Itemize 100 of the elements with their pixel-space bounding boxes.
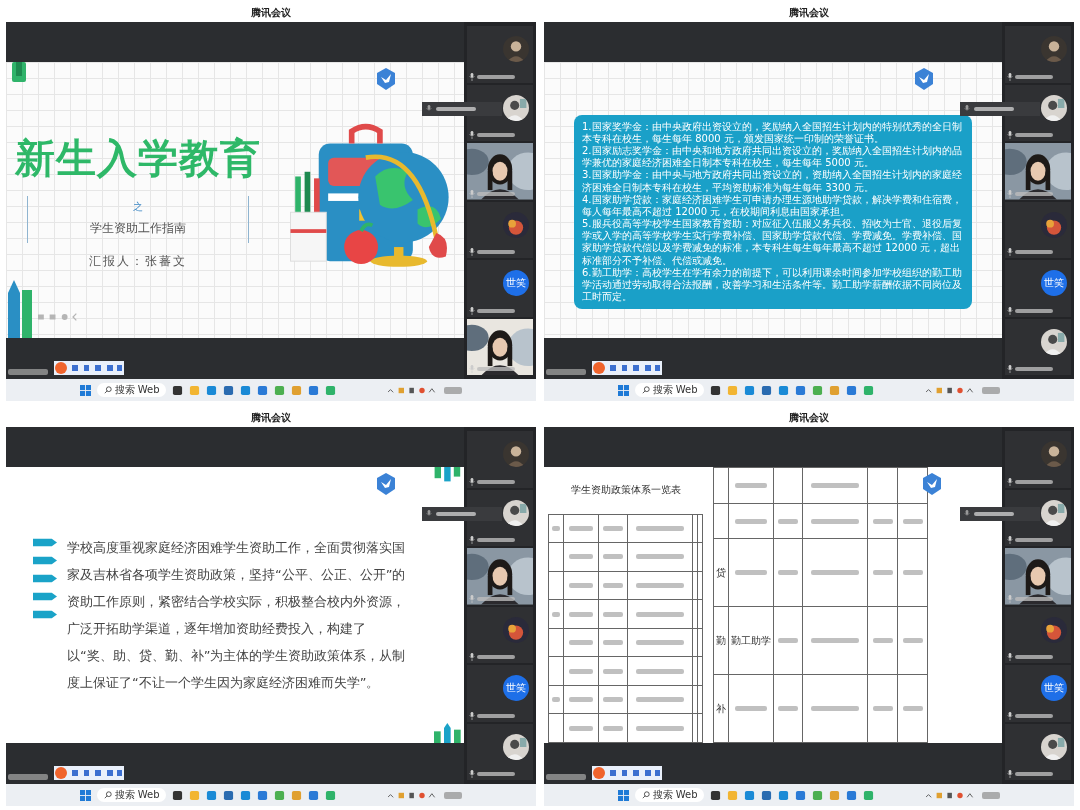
microphone-icon <box>469 131 475 139</box>
slide-title: 新生入学教育 <box>15 133 261 183</box>
blurred-text-drawing <box>436 512 476 516</box>
input-method-toolbar-icon[interactable] <box>592 766 662 780</box>
table-cell: 勤 <box>713 606 729 675</box>
app-icon[interactable] <box>172 789 184 801</box>
blurred-text-drawing <box>1015 191 1053 196</box>
app-icon[interactable] <box>710 384 722 396</box>
window-title: 腾讯会议 <box>789 411 829 425</box>
blurred-text-drawing <box>636 668 684 674</box>
blurred-text-drawing <box>778 570 798 576</box>
blurred-text-drawing <box>902 570 923 576</box>
blurred-text-drawing <box>444 791 463 799</box>
blurred-text-drawing <box>546 369 586 375</box>
presenter-text: 汇报人：张蕃文 <box>89 252 187 270</box>
blurred-text-drawing <box>569 525 593 531</box>
blurred-text-drawing <box>477 538 515 542</box>
user-avatar-badge: 世笑 <box>1041 675 1067 702</box>
app-icon[interactable] <box>710 789 722 801</box>
microphone-icon <box>1007 536 1013 544</box>
microphone-icon <box>426 510 432 518</box>
blurred-text-drawing <box>902 706 923 712</box>
slide-text: 之 <box>133 199 143 214</box>
search-icon <box>103 386 112 394</box>
windows-start-icon[interactable] <box>617 789 629 801</box>
blurred-text-drawing <box>546 774 586 780</box>
blurred-text-drawing <box>603 554 623 560</box>
blurred-text-drawing <box>477 250 515 254</box>
input-method-toolbar-icon[interactable] <box>54 361 124 375</box>
microphone-icon <box>1007 248 1013 256</box>
blurred-text-drawing <box>569 640 593 646</box>
blurred-text-drawing <box>811 482 859 488</box>
blurred-text-drawing <box>872 706 893 712</box>
search-icon <box>103 791 112 799</box>
blurred-text-drawing <box>569 697 593 703</box>
microphone-icon <box>964 105 970 113</box>
blurred-text-drawing <box>552 611 560 617</box>
paragraph: 1.国家奖学金：由中央政府出资设立的，奖励纳入全国招生计划内的特别优秀的全日制本专科在校生，每生每年 8000 元，颁发国家统一印制的荣誉证书。 <box>582 120 963 145</box>
windows-start-icon[interactable] <box>79 789 91 801</box>
search-field[interactable]: 搜索 Web <box>96 788 167 802</box>
blurred-text-drawing <box>778 518 798 524</box>
paragraph: 2.国家励志奖学金：由中央和地方政府共同出资设立的，奖励纳入全国招生计划内的品学兼优的家庭经济困难全日制本专科在校生，每生每年 5000 元。 <box>582 144 963 169</box>
microphone-icon <box>1007 365 1013 373</box>
microphone-icon <box>1007 72 1013 81</box>
app-icon[interactable] <box>223 789 235 801</box>
blurred-text-drawing <box>603 525 623 531</box>
search-icon <box>641 386 650 394</box>
blurred-text-drawing <box>636 582 684 588</box>
table-title: 学生资助政策体系一览表 <box>548 467 703 515</box>
search-field[interactable]: 搜索 Web <box>634 788 705 802</box>
search-field[interactable]: 搜索 Web <box>96 383 167 397</box>
arrow-icon <box>33 610 57 619</box>
microphone-icon <box>1007 653 1013 661</box>
search-field[interactable]: 搜索 Web <box>634 383 705 397</box>
user-avatar-badge: 世笑 <box>1041 270 1067 297</box>
app-icon[interactable] <box>761 789 773 801</box>
app-icon[interactable] <box>223 384 235 396</box>
blurred-text-drawing <box>1015 772 1053 776</box>
microphone-icon <box>469 189 475 198</box>
microphone-icon <box>469 594 475 603</box>
blurred-text-drawing <box>872 570 893 576</box>
microphone-icon <box>1007 477 1013 486</box>
input-method-toolbar-icon[interactable] <box>592 361 662 375</box>
windows-start-icon[interactable] <box>79 384 91 396</box>
arrow-icon <box>33 592 57 601</box>
blurred-text-drawing <box>974 512 1014 516</box>
app-icon[interactable] <box>172 384 184 396</box>
blurred-text-drawing <box>872 518 893 524</box>
paragraph: 学校高度重视家庭经济困难学生资助工作，全面贯彻落实国家及吉林省各项学生资助政策，坚持“公平、公正、公开”的资助工作原则，紧密结合学校实际，积极整合校内外资源，广泛开拓助学渠道，逐年增加资助经费投入，构建了以“奖、助、贷、勤、补”为主体的学生资助政策体系，从制度上保证了“不让一个学生因为家庭经济困难而失学”。 <box>67 539 407 692</box>
microphone-icon <box>1007 594 1013 603</box>
table-cell: 勤工助学 <box>728 606 774 675</box>
blurred-text-drawing <box>1015 538 1053 542</box>
blurred-text-drawing <box>636 611 684 617</box>
blurred-text-drawing <box>974 107 1014 111</box>
microphone-icon <box>469 248 475 256</box>
windows-start-icon[interactable] <box>617 384 629 396</box>
blurred-text-drawing <box>569 582 593 588</box>
paragraph: 4.国家助学贷款：家庭经济困难学生可申请办理生源地助学贷款，解决学费和住宿费，每人每年最高不超过 12000 元，在校期间利息由国家承担。 <box>582 193 963 218</box>
pencil-drawing <box>12 62 26 82</box>
blurred-text-drawing <box>902 518 923 524</box>
app-icon[interactable] <box>761 384 773 396</box>
window-title: 腾讯会议 <box>251 411 291 425</box>
blurred-text-drawing <box>603 640 623 646</box>
blurred-text-drawing <box>982 386 1001 394</box>
microphone-icon <box>469 72 475 81</box>
blurred-text-drawing <box>735 482 767 488</box>
arrow-icon <box>33 574 57 583</box>
blurred-text-drawing <box>1015 308 1053 313</box>
blurred-text-drawing <box>444 386 463 394</box>
blurred-text-drawing <box>902 638 923 644</box>
arrow-icon <box>33 538 57 547</box>
paragraph: 6.勤工助学：高校学生在学有余力的前提下，可以利用课余时间参加学校组织的勤工助学活动通过劳动取得合法报酬，改善学习和生活条件等。勤工助学薪酬依据不同岗位及工时而定。 <box>582 266 963 304</box>
blurred-text-drawing <box>603 582 623 588</box>
blurred-text-drawing <box>569 554 593 560</box>
blurred-text-drawing <box>477 655 515 659</box>
window-title: 腾讯会议 <box>251 6 291 20</box>
input-method-toolbar-icon[interactable] <box>54 766 124 780</box>
table-cell: 贷 <box>713 538 729 607</box>
blurred-text-drawing <box>1015 250 1053 254</box>
microphone-icon <box>469 711 475 720</box>
